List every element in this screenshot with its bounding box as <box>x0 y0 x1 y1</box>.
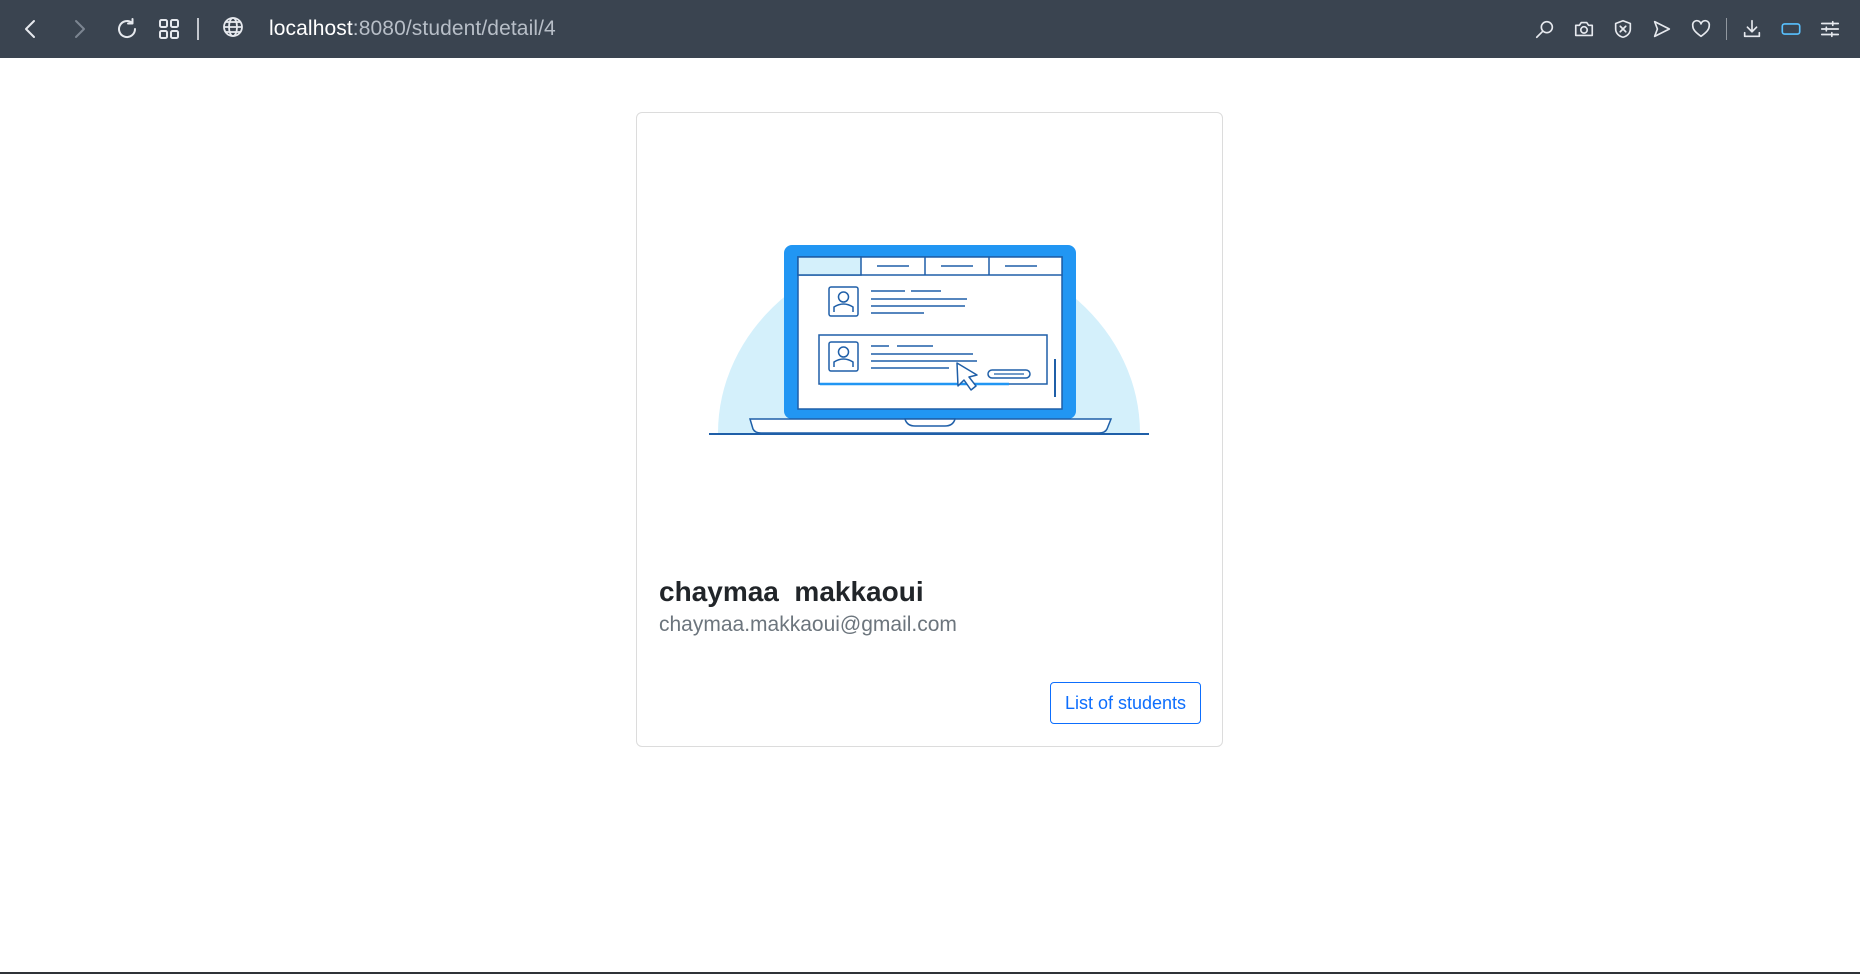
url-path: :8080/student/detail/4 <box>352 17 556 40</box>
forward-arrow-icon[interactable] <box>61 11 97 47</box>
heart-icon[interactable] <box>1683 11 1719 47</box>
url-host: localhost <box>269 17 353 40</box>
browser-right-tools <box>1527 11 1848 47</box>
tabs-grid-icon[interactable] <box>151 11 187 47</box>
globe-icon <box>221 15 245 44</box>
reload-icon[interactable] <box>109 11 145 47</box>
back-arrow-icon[interactable] <box>13 11 49 47</box>
toolbar-divider <box>197 18 199 40</box>
list-of-students-button[interactable]: List of students <box>1050 682 1201 724</box>
camera-icon[interactable] <box>1566 11 1602 47</box>
url-text[interactable]: localhost:8080/student/detail/4 <box>269 17 556 41</box>
browser-toolbar: localhost:8080/student/detail/4 <box>0 0 1860 58</box>
address-bar[interactable]: localhost:8080/student/detail/4 <box>221 11 556 47</box>
window-icon[interactable] <box>1773 11 1809 47</box>
laptop-illustration <box>709 245 1149 435</box>
settings-icon[interactable] <box>1812 11 1848 47</box>
toolbar-divider-right <box>1726 18 1727 40</box>
student-card: chaymaa makkaoui chaymaa.makkaoui@gmail.… <box>636 112 1223 747</box>
student-email: chaymaa.makkaoui@gmail.com <box>659 613 957 636</box>
student-name: chaymaa makkaoui <box>659 576 924 607</box>
shield-icon[interactable] <box>1605 11 1641 47</box>
search-icon[interactable] <box>1527 11 1563 47</box>
laptop-illustration-art <box>709 245 1149 435</box>
send-icon[interactable] <box>1644 11 1680 47</box>
download-icon[interactable] <box>1734 11 1770 47</box>
